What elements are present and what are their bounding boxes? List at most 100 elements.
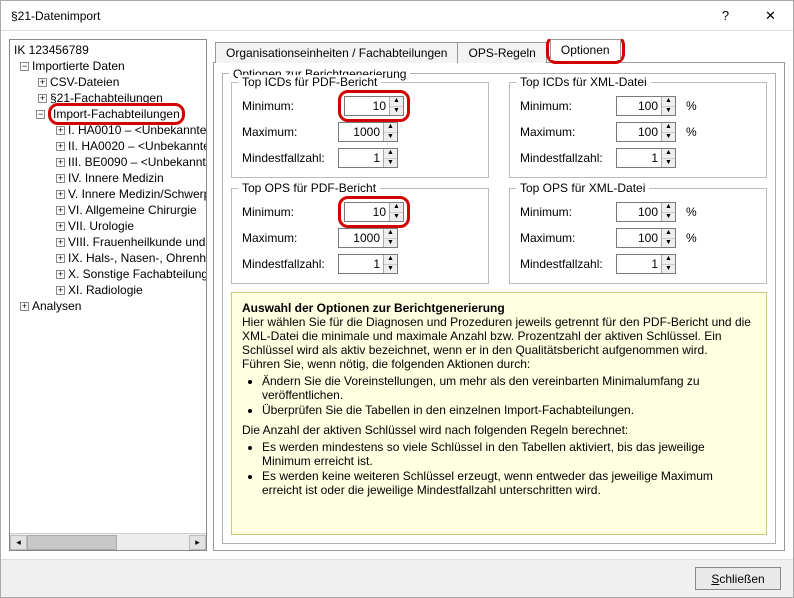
expand-icon[interactable]: +: [56, 190, 65, 199]
ops-xml-max-input[interactable]: [617, 229, 661, 247]
icd-xml-min-spinner[interactable]: ▲▼: [616, 96, 676, 116]
spin-up-icon[interactable]: ▲: [384, 255, 397, 265]
spin-down-icon[interactable]: ▼: [662, 265, 675, 274]
expand-icon[interactable]: +: [56, 126, 65, 135]
options-grid: Top ICDs für PDF-Bericht Minimum: ▲▼ Max…: [231, 82, 767, 284]
spin-up-icon[interactable]: ▲: [390, 203, 403, 213]
spin-up-icon[interactable]: ▲: [662, 123, 675, 133]
expand-icon[interactable]: +: [38, 94, 47, 103]
scroll-left-button[interactable]: ◂: [10, 535, 27, 550]
tree-item[interactable]: +X. Sonstige Fachabteilung: [12, 266, 206, 282]
ops-pdf-mfz-input[interactable]: [339, 255, 383, 273]
ops-pdf-max-spinner[interactable]: ▲▼: [338, 228, 398, 248]
group-top-ops-xml: Top OPS für XML-Datei Minimum: ▲▼ % Maxi…: [509, 188, 767, 284]
expand-icon[interactable]: +: [20, 302, 29, 311]
ops-xml-min-spinner[interactable]: ▲▼: [616, 202, 676, 222]
icd-xml-min-input[interactable]: [617, 97, 661, 115]
help-button[interactable]: ?: [703, 1, 748, 31]
spin-down-icon[interactable]: ▼: [390, 213, 403, 222]
tree-item[interactable]: +I. HA0010 – <Unbekannter FA: [12, 122, 206, 138]
spin-up-icon[interactable]: ▲: [384, 149, 397, 159]
tree-item[interactable]: +IX. Hals-, Nasen-, Ohrenheilkun: [12, 250, 206, 266]
scroll-track[interactable]: [27, 535, 189, 550]
scroll-thumb[interactable]: [27, 535, 117, 550]
tree-item[interactable]: +VI. Allgemeine Chirurgie: [12, 202, 206, 218]
info-panel: Auswahl der Optionen zur Berichtgenerier…: [231, 292, 767, 535]
expand-icon[interactable]: +: [56, 238, 65, 247]
tree-item[interactable]: +VII. Urologie: [12, 218, 206, 234]
tree-item[interactable]: +V. Innere Medizin/Schwerpunk: [12, 186, 206, 202]
tree-view[interactable]: IK 123456789 − Importierte Daten + CSV-D…: [10, 40, 206, 533]
spin-up-icon[interactable]: ▲: [662, 97, 675, 107]
spin-down-icon[interactable]: ▼: [662, 213, 675, 222]
ops-pdf-mfz-spinner[interactable]: ▲▼: [338, 254, 398, 274]
icd-xml-max-input[interactable]: [617, 123, 661, 141]
expand-icon[interactable]: +: [56, 254, 65, 263]
expand-icon[interactable]: +: [56, 142, 65, 151]
ops-xml-max-spinner[interactable]: ▲▼: [616, 228, 676, 248]
ops-xml-mfz-spinner[interactable]: ▲▼: [616, 254, 676, 274]
expand-icon[interactable]: +: [56, 158, 65, 167]
spin-down-icon[interactable]: ▼: [390, 107, 403, 116]
close-button[interactable]: Schließen: [695, 567, 781, 590]
tab-org-einheiten[interactable]: Organisationseinheiten / Fachabteilungen: [215, 42, 458, 63]
icd-pdf-max-spinner[interactable]: ▲▼: [338, 122, 398, 142]
collapse-icon[interactable]: −: [20, 62, 29, 71]
ops-xml-mfz-input[interactable]: [617, 255, 661, 273]
icd-xml-max-spinner[interactable]: ▲▼: [616, 122, 676, 142]
icd-pdf-mfz-input[interactable]: [339, 149, 383, 167]
close-window-button[interactable]: ✕: [748, 1, 793, 31]
spin-up-icon[interactable]: ▲: [384, 123, 397, 133]
ops-xml-min-input[interactable]: [617, 203, 661, 221]
expand-icon[interactable]: +: [56, 174, 65, 183]
spin-down-icon[interactable]: ▼: [662, 107, 675, 116]
spin-down-icon[interactable]: ▼: [662, 159, 675, 168]
tree-node-import-fachabt[interactable]: − Import-Fachabteilungen: [12, 106, 206, 122]
tree-item[interactable]: +IV. Innere Medizin: [12, 170, 206, 186]
expand-icon[interactable]: +: [56, 222, 65, 231]
tree-node-analysen[interactable]: + Analysen: [12, 298, 206, 314]
icd-xml-mfz-input[interactable]: [617, 149, 661, 167]
tree-root[interactable]: IK 123456789: [12, 42, 206, 58]
spin-down-icon[interactable]: ▼: [384, 265, 397, 274]
tree-item[interactable]: +XI. Radiologie: [12, 282, 206, 298]
expand-icon[interactable]: +: [56, 286, 65, 295]
spin-down-icon[interactable]: ▼: [662, 239, 675, 248]
tree-node-csv[interactable]: + CSV-Dateien: [12, 74, 206, 90]
expand-icon[interactable]: +: [56, 206, 65, 215]
expand-icon[interactable]: +: [56, 270, 65, 279]
spin-up-icon[interactable]: ▲: [662, 149, 675, 159]
tree-item[interactable]: +II. HA0020 – <Unbekannter FA: [12, 138, 206, 154]
horizontal-scrollbar[interactable]: ◂ ▸: [10, 533, 206, 550]
spin-down-icon[interactable]: ▼: [384, 239, 397, 248]
dialog-content: IK 123456789 − Importierte Daten + CSV-D…: [1, 31, 793, 559]
highlight-box: ▲▼: [338, 90, 410, 122]
info-bullet: Ändern Sie die Voreinstellungen, um mehr…: [262, 374, 756, 402]
spin-up-icon[interactable]: ▲: [390, 97, 403, 107]
ops-pdf-max-input[interactable]: [339, 229, 383, 247]
spin-down-icon[interactable]: ▼: [384, 159, 397, 168]
spin-up-icon[interactable]: ▲: [662, 229, 675, 239]
expand-icon[interactable]: +: [38, 78, 47, 87]
spin-up-icon[interactable]: ▲: [384, 229, 397, 239]
ops-pdf-min-spinner[interactable]: ▲▼: [344, 202, 404, 222]
group-bericht-optionen: Optionen zur Berichtgenerierung Top ICDs…: [222, 73, 776, 544]
tree-item[interactable]: +VIII. Frauenheilkunde und Geb: [12, 234, 206, 250]
spin-down-icon[interactable]: ▼: [662, 133, 675, 142]
group-top-icds-pdf: Top ICDs für PDF-Bericht Minimum: ▲▼ Max…: [231, 82, 489, 178]
icd-xml-mfz-spinner[interactable]: ▲▼: [616, 148, 676, 168]
scroll-right-button[interactable]: ▸: [189, 535, 206, 550]
spin-down-icon[interactable]: ▼: [384, 133, 397, 142]
icd-pdf-max-input[interactable]: [339, 123, 383, 141]
spin-up-icon[interactable]: ▲: [662, 255, 675, 265]
ops-pdf-min-input[interactable]: [345, 203, 389, 221]
tree-item[interactable]: +III. BE0090 – <Unbekannter FA: [12, 154, 206, 170]
icd-pdf-mfz-spinner[interactable]: ▲▼: [338, 148, 398, 168]
tab-ops-regeln[interactable]: OPS-Regeln: [457, 42, 546, 63]
tree-node-imported[interactable]: − Importierte Daten: [12, 58, 206, 74]
spin-up-icon[interactable]: ▲: [662, 203, 675, 213]
tab-optionen[interactable]: Optionen: [550, 39, 621, 60]
icd-pdf-min-spinner[interactable]: ▲▼: [344, 96, 404, 116]
icd-pdf-min-input[interactable]: [345, 97, 389, 115]
collapse-icon[interactable]: −: [36, 110, 45, 119]
